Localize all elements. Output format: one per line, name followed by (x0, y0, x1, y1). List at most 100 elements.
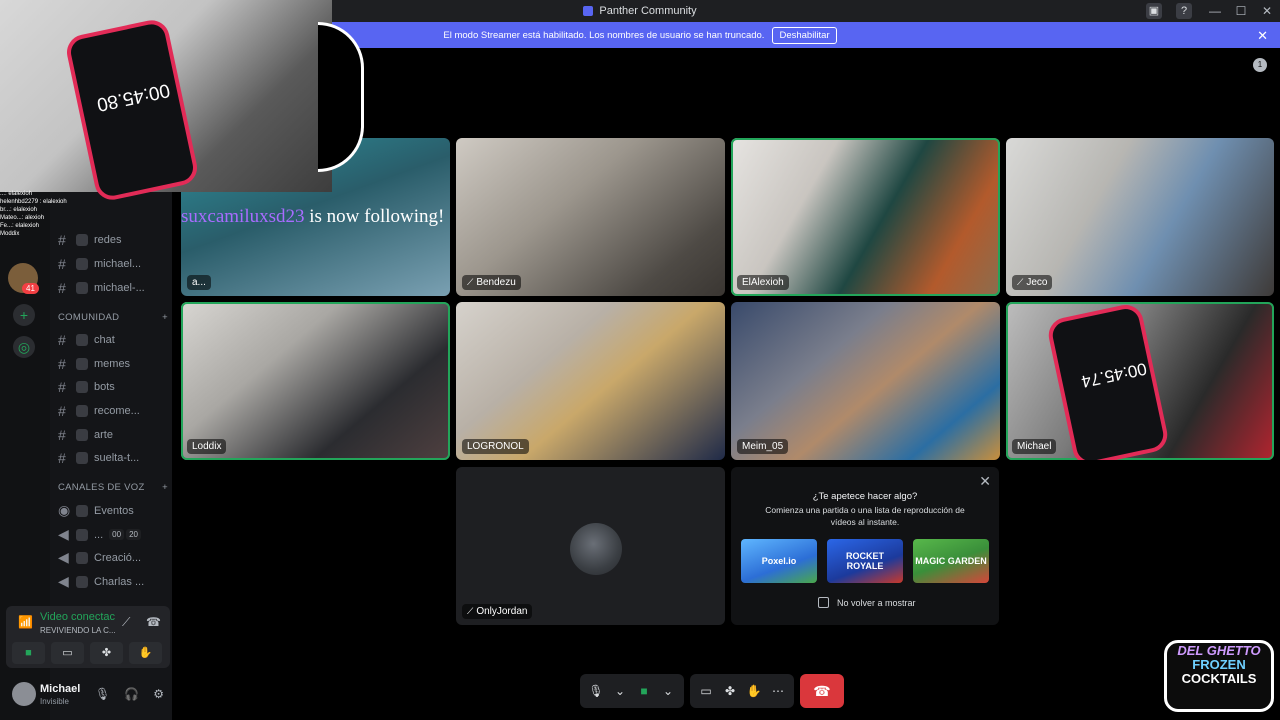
gear-icon[interactable]: ⚙ (153, 687, 164, 701)
banner-close-icon[interactable]: ✕ (1257, 28, 1268, 44)
emoji-icon (76, 282, 88, 294)
window-title-text: Panther Community (599, 5, 697, 17)
video-tile[interactable]: Meim_05 (731, 302, 1000, 460)
connection-status[interactable]: Video conectac (40, 611, 115, 623)
hash-icon: # (58, 427, 66, 443)
activity-icon[interactable]: ✤ (720, 684, 740, 698)
chat-line: Fe...: elalexioh (0, 223, 40, 229)
follower-name: suxcamiluxsd23 (181, 206, 305, 227)
close-window-button[interactable]: ✕ (1254, 4, 1280, 18)
more-icon[interactable]: ⋯ (768, 684, 788, 698)
channel-suelta[interactable]: # suelta-t... (58, 450, 170, 466)
video-tile[interactable]: ⟋ Bendezu (456, 138, 725, 296)
video-tile[interactable]: 00:45.74 Michael (1006, 302, 1274, 460)
channel-memes[interactable]: # memes (58, 356, 170, 372)
channel-arte[interactable]: # arte (58, 427, 170, 443)
username[interactable]: Michael (40, 683, 80, 695)
muted-icon: ⟋ (467, 606, 474, 616)
camera-icon[interactable]: ■ (634, 684, 654, 698)
participant-name: Michael (1017, 441, 1052, 452)
explore-icon[interactable]: ◎ (13, 336, 35, 358)
stream-chat-overlay: ...: elalexioh helenhbd2279 : elalexioh … (0, 190, 76, 238)
activity-feed-icon[interactable]: 1 (1253, 58, 1267, 72)
rtc-buttons: ■ ▭ ✤ ✋ (12, 642, 162, 664)
channel-chat[interactable]: # chat (58, 332, 170, 348)
minimize-button[interactable]: — (1202, 4, 1228, 18)
inbox-icon[interactable]: ▣ (1146, 3, 1162, 19)
game-title: Poxel.io (761, 556, 797, 566)
video-tile[interactable]: ⟋ OnlyJordan (456, 467, 725, 625)
chat-line: ...: elalexioh (0, 191, 33, 197)
maximize-button[interactable]: ☐ (1228, 4, 1254, 18)
add-channel-icon[interactable]: + (162, 482, 168, 493)
headphones-icon[interactable]: 🎧 (124, 687, 139, 701)
microphone-icon[interactable]: 🎙 (586, 684, 606, 698)
screen-share-icon[interactable]: ▭ (696, 684, 716, 698)
toolbar-icons: ▣ ? (1146, 3, 1192, 19)
noise-suppression-icon[interactable]: ⟋ (122, 615, 130, 630)
emoji-icon (76, 429, 88, 441)
game-title: ROCKET ROYALE (846, 551, 884, 571)
game-magic-garden[interactable]: MAGIC GARDEN (913, 539, 989, 583)
voice-channel-eventos[interactable]: ◉ Eventos (58, 502, 170, 519)
emoji-icon (76, 258, 88, 270)
add-server-icon[interactable]: + (13, 304, 35, 326)
hash-icon: # (58, 379, 66, 395)
game-poxel[interactable]: Poxel.io (741, 539, 817, 583)
soundboard-button[interactable]: ✋ (129, 642, 162, 664)
user-status: Invisible (40, 697, 69, 706)
participant-name: Meim_05 (742, 441, 784, 452)
sponsor-logo: DEL GHETTO FROZEN COCKTAILS (1164, 640, 1274, 712)
dont-show-again[interactable]: No volver a mostrar (818, 597, 916, 608)
chevron-down-icon[interactable]: ⌄ (610, 684, 630, 698)
signal-icon[interactable]: 📶 (18, 615, 33, 629)
emoji-icon (76, 504, 88, 517)
channel-label: chat (94, 334, 115, 346)
avatar[interactable] (12, 682, 36, 706)
camera-button[interactable]: ■ (12, 642, 45, 664)
checkbox[interactable] (818, 597, 829, 608)
connected-channel[interactable]: REVIVIENDO LA C... (40, 626, 116, 635)
user-limit-count: 20 (126, 529, 141, 540)
channel-michael-1[interactable]: # michael... (58, 256, 170, 272)
voice-channel-charlas[interactable]: ◀ Charlas ... (58, 573, 170, 590)
participant-name: Bendezu (476, 277, 516, 288)
voice-channel-2[interactable]: ◀... 00 20 (58, 526, 170, 543)
video-tile[interactable]: ElAlexioh (731, 138, 1000, 296)
chat-line: helenhbd2279 : elalexioh (0, 199, 67, 205)
screen-share-button[interactable]: ▭ (51, 642, 84, 664)
emoji-icon (76, 381, 88, 393)
video-tile[interactable]: ⟋ Jeco (1006, 138, 1274, 296)
server-icon (583, 6, 594, 16)
mic-group: 🎙 ⌄ ■ ⌄ (580, 674, 684, 708)
streamer-camera-overlay: 00:45.80 (0, 0, 332, 203)
disconnect-button[interactable]: ☎ (800, 674, 844, 708)
channel-label: redes (94, 234, 122, 246)
microphone-icon[interactable]: 🎙 (95, 687, 110, 701)
chevron-down-icon[interactable]: ⌄ (658, 684, 678, 698)
video-tile[interactable]: LOGRONOL (456, 302, 725, 460)
nametag: Michael (1012, 439, 1057, 454)
help-icon[interactable]: ? (1176, 3, 1192, 19)
voice-channel-creacion[interactable]: ◀ Creació... (58, 549, 170, 566)
channel-recome[interactable]: # recome... (58, 403, 170, 419)
channel-label: michael... (94, 258, 142, 270)
disable-streamer-mode-button[interactable]: Deshabilitar (772, 26, 837, 44)
activity-button[interactable]: ✤ (90, 642, 123, 664)
category-voice[interactable]: CANALES DE VOZ + (58, 482, 168, 493)
emoji-icon (76, 234, 88, 246)
activity-title: ¿Te apetece hacer algo? (812, 491, 918, 502)
channel-michael-2[interactable]: # michael-... (58, 280, 170, 296)
close-icon[interactable]: ✕ (979, 473, 991, 490)
phone-image: 00:45.74 (1045, 302, 1171, 460)
add-channel-icon[interactable]: + (162, 312, 168, 323)
emoji-icon (76, 575, 88, 588)
disconnect-icon[interactable]: ☎ (146, 615, 161, 629)
video-tile[interactable]: Loddix (181, 302, 450, 460)
participant-name: Jeco (1026, 277, 1048, 288)
soundboard-icon[interactable]: ✋ (744, 684, 764, 698)
channel-bots[interactable]: # bots (58, 379, 170, 395)
category-comunidad[interactable]: COMUNIDAD + (58, 312, 168, 323)
game-rocket-royale[interactable]: ROCKET ROYALE (827, 539, 903, 583)
emoji-icon (76, 551, 88, 564)
